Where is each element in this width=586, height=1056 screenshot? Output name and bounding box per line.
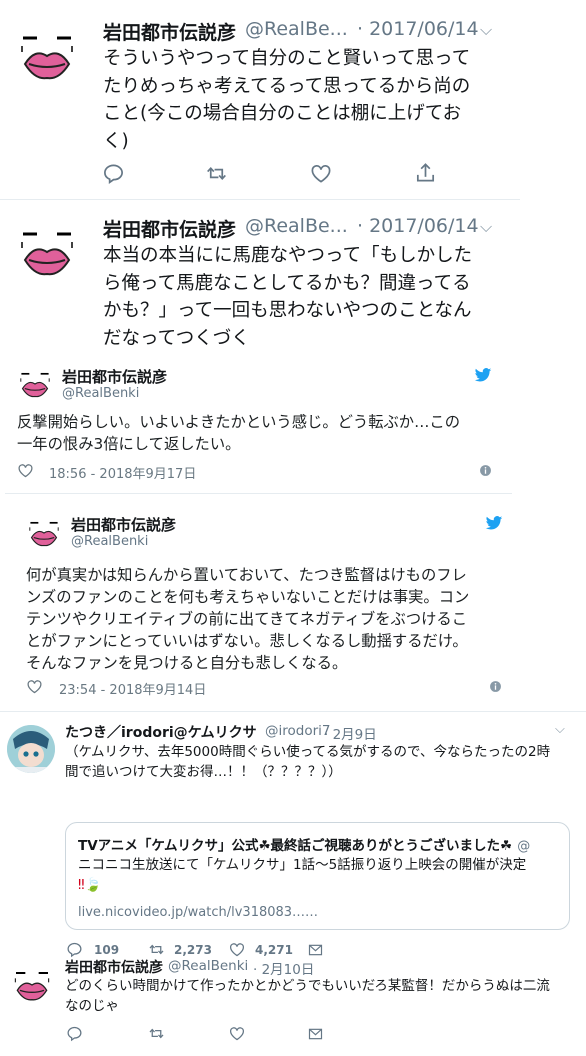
info-icon[interactable] [489, 680, 502, 693]
tweet[interactable]: 岩田都市伝説彦 @RealBenki · 2月10日 どのくらい時間かけて作った… [0, 955, 586, 1056]
user-handle[interactable]: @RealBenki [71, 534, 148, 549]
display-name[interactable]: 岩田都市伝説彦 [71, 514, 176, 535]
tweet-text: 反撃開始らしい。いよいよきたかという感じ。どう転ぶか…この 一年の恨み3倍にして… [17, 413, 460, 453]
user-handle[interactable]: @RealBenki [168, 958, 248, 974]
embedded-tweet-card[interactable]: 岩田都市伝説彦 @RealBenki 反撃開始らしい。いよいよきたかという感じ。… [5, 352, 512, 490]
retweet-icon[interactable] [204, 162, 229, 185]
chevron-down-icon[interactable]: ⌵ [555, 722, 565, 737]
quoted-tweet-card[interactable]: TVアニメ「ケムリクサ」公式☘最終話ご視聴ありがとうございました☘ @ ニコニコ… [65, 822, 570, 930]
quoted-tweet-text: ニコニコ生放送にて「ケムリクサ」1話～5話振り返り上映会の開催が決定 [78, 857, 527, 873]
user-handle[interactable]: @irodori7 [265, 723, 330, 739]
quoted-tweet-emoji: ‼🍃 [78, 877, 102, 893]
tweet-date[interactable]: · 2月10日 [253, 958, 314, 978]
avatar[interactable] [17, 222, 77, 282]
user-handle[interactable]: @RealBe... [245, 18, 348, 40]
tweet[interactable]: たつき／irodori@ケムリクサ @irodori7 · 2月9日 ⌵ （ケム… [0, 712, 586, 957]
avatar[interactable] [12, 965, 52, 1005]
tweet-text: どのくらい時間かけて作ったかとかどうでもいいだろ某監督！だからうぬは二流 なのじ… [65, 978, 550, 1014]
quoted-tweet-link[interactable]: live.nicovideo.jp/watch/lv318083…… [78, 905, 318, 920]
twitter-bird-icon[interactable] [484, 514, 504, 532]
like-icon[interactable] [228, 1025, 246, 1042]
reply-icon[interactable] [66, 1025, 83, 1042]
info-icon[interactable] [479, 464, 492, 477]
display-name[interactable]: 岩田都市伝説彦 [62, 366, 167, 387]
tweet-date[interactable]: · 2017/06/14 [357, 18, 479, 40]
tweet-date[interactable]: · 2月9日 [324, 723, 377, 743]
chevron-down-icon[interactable]: ⌵ [480, 20, 492, 40]
like-icon[interactable] [26, 678, 43, 695]
embedded-tweet-card[interactable]: 岩田都市伝説彦 @RealBenki 何が真実かは知らんから置いておいて、たつき… [14, 500, 521, 705]
tweet-text: そういうやつって自分のこと賢いって思って たりめっちゃ考えてるって思ってるから尚… [103, 48, 471, 152]
display-name[interactable]: 岩田都市伝説彦 [103, 18, 236, 45]
avatar[interactable] [18, 367, 52, 401]
avatar[interactable] [27, 516, 61, 550]
quoted-tweet-title[interactable]: TVアニメ「ケムリクサ」公式☘最終話ご視聴ありがとうございました☘ @ [78, 835, 566, 856]
divider [5, 493, 512, 494]
retweet-icon[interactable] [147, 1025, 166, 1042]
avatar[interactable] [7, 725, 55, 773]
twitter-bird-icon[interactable] [473, 366, 493, 384]
display-name[interactable]: 岩田都市伝説彦 [103, 215, 236, 242]
chevron-down-icon[interactable]: ⌵ [480, 217, 492, 237]
timestamp[interactable]: 23:54 - 2018年9月14日 [59, 679, 206, 698]
message-icon[interactable] [307, 1026, 324, 1042]
like-icon[interactable] [309, 162, 333, 185]
tweet-text: 本当の本当にに馬鹿なやつって「もしかした ら俺って馬鹿なことしてるかも？間違って… [103, 245, 473, 349]
user-handle[interactable]: @RealBenki [62, 386, 139, 401]
tweet[interactable]: 岩田都市伝説彦 @RealBe... · 2017/06/14 ⌵ そういうやつ… [0, 0, 520, 198]
display-name[interactable]: 岩田都市伝説彦 [65, 957, 163, 977]
like-icon[interactable] [17, 462, 34, 479]
tweet[interactable]: 岩田都市伝説彦 @RealBe... · 2017/06/14 ⌵ 本当の本当に… [0, 200, 520, 350]
tweet-date[interactable]: · 2017/06/14 [357, 215, 479, 237]
avatar[interactable] [17, 26, 77, 86]
user-handle[interactable]: @RealBe... [245, 215, 348, 237]
timestamp[interactable]: 18:56 - 2018年9月17日 [49, 463, 196, 482]
reply-icon[interactable] [102, 162, 125, 185]
display-name[interactable]: たつき／irodori@ケムリクサ [65, 722, 257, 742]
tweet-text: （ケムリクサ、去年5000時間ぐらい使ってる気がするので、今ならたったの2時 間… [65, 744, 551, 780]
tweet-text: 何が真実かは知らんから置いておいて、たつき監督はけものフレ ンズのファンのことを… [26, 566, 470, 672]
share-icon[interactable] [414, 161, 437, 185]
